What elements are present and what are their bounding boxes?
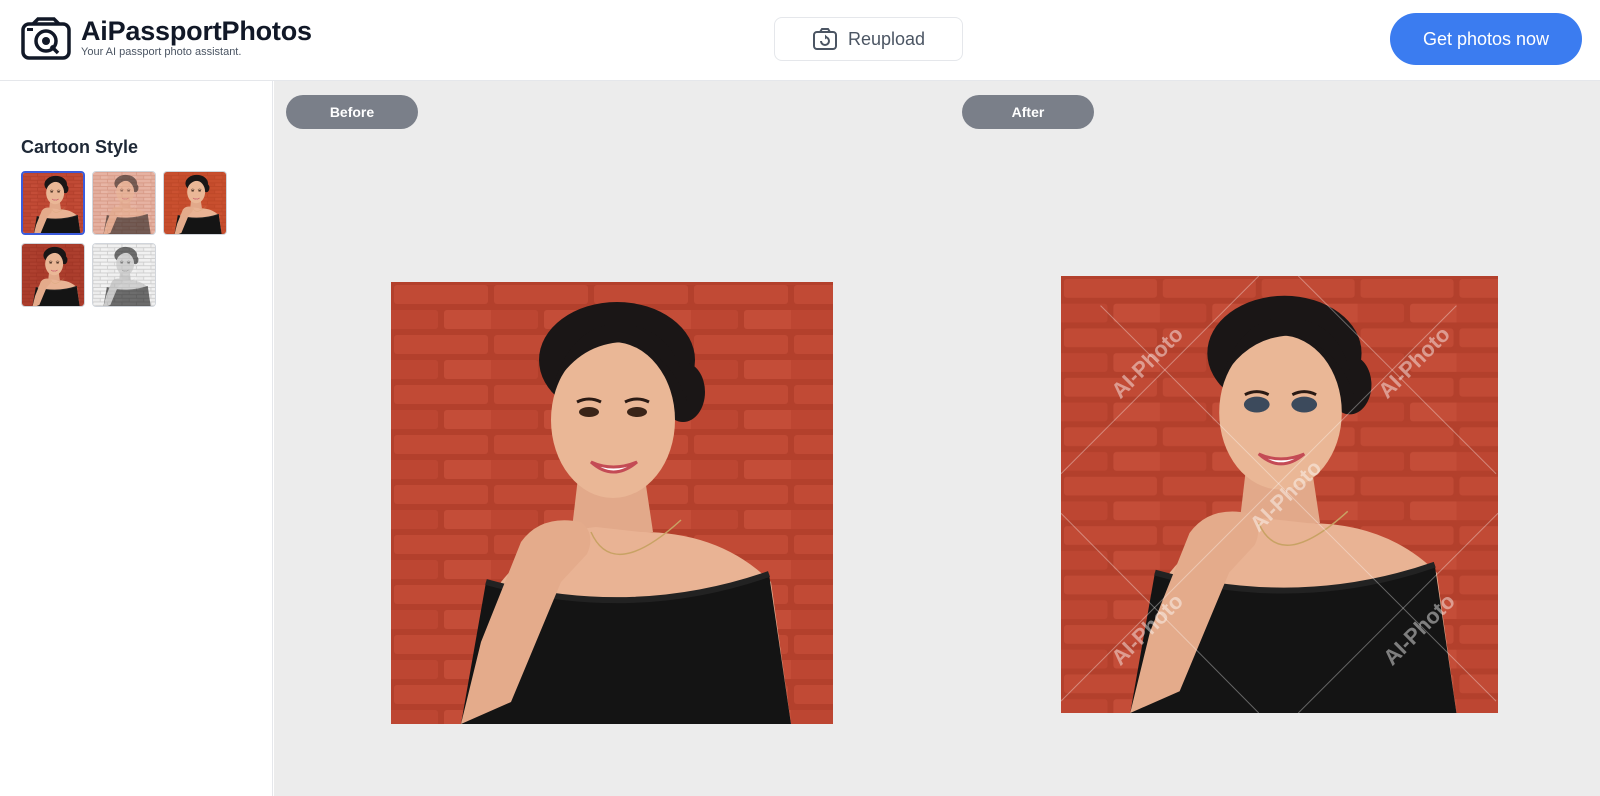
style-thumb-cartoon-pastel[interactable] (92, 171, 156, 235)
reupload-label: Reupload (847, 28, 926, 49)
after-photo: AI-Photo AI-Photo AI-Photo AI-Photo AI-P… (1061, 276, 1498, 713)
camera-logo-icon[interactable] (21, 17, 71, 60)
style-thumb-cartoon-orange[interactable] (163, 171, 227, 235)
style-sidebar: Cartoon Style (0, 81, 273, 796)
style-thumbnails (21, 171, 241, 307)
style-thumb-cartoon-dark-red[interactable] (21, 243, 85, 307)
style-thumb-cartoon-sketch[interactable] (92, 243, 156, 307)
reupload-button[interactable]: Reupload (774, 17, 963, 61)
get-photos-button[interactable]: Get photos now (1390, 13, 1582, 65)
style-thumb-cartoon-red[interactable] (21, 171, 85, 235)
before-photo (391, 282, 833, 724)
brand-subtitle: Your AI passport photo assistant. (81, 46, 242, 58)
camera-rotate-icon (812, 28, 837, 50)
sidebar-title: Cartoon Style (21, 137, 139, 157)
brand[interactable]: AiPassportPhotos Your AI passport photo … (81, 16, 312, 58)
before-label: Before (286, 95, 418, 129)
after-label: After (962, 95, 1094, 129)
preview-area: Before After AI-Photo AI-Photo AI-Photo … (274, 81, 1600, 796)
top-header: AiPassportPhotos Your AI passport photo … (0, 0, 1600, 81)
brand-title: AiPassportPhotos (81, 16, 312, 46)
